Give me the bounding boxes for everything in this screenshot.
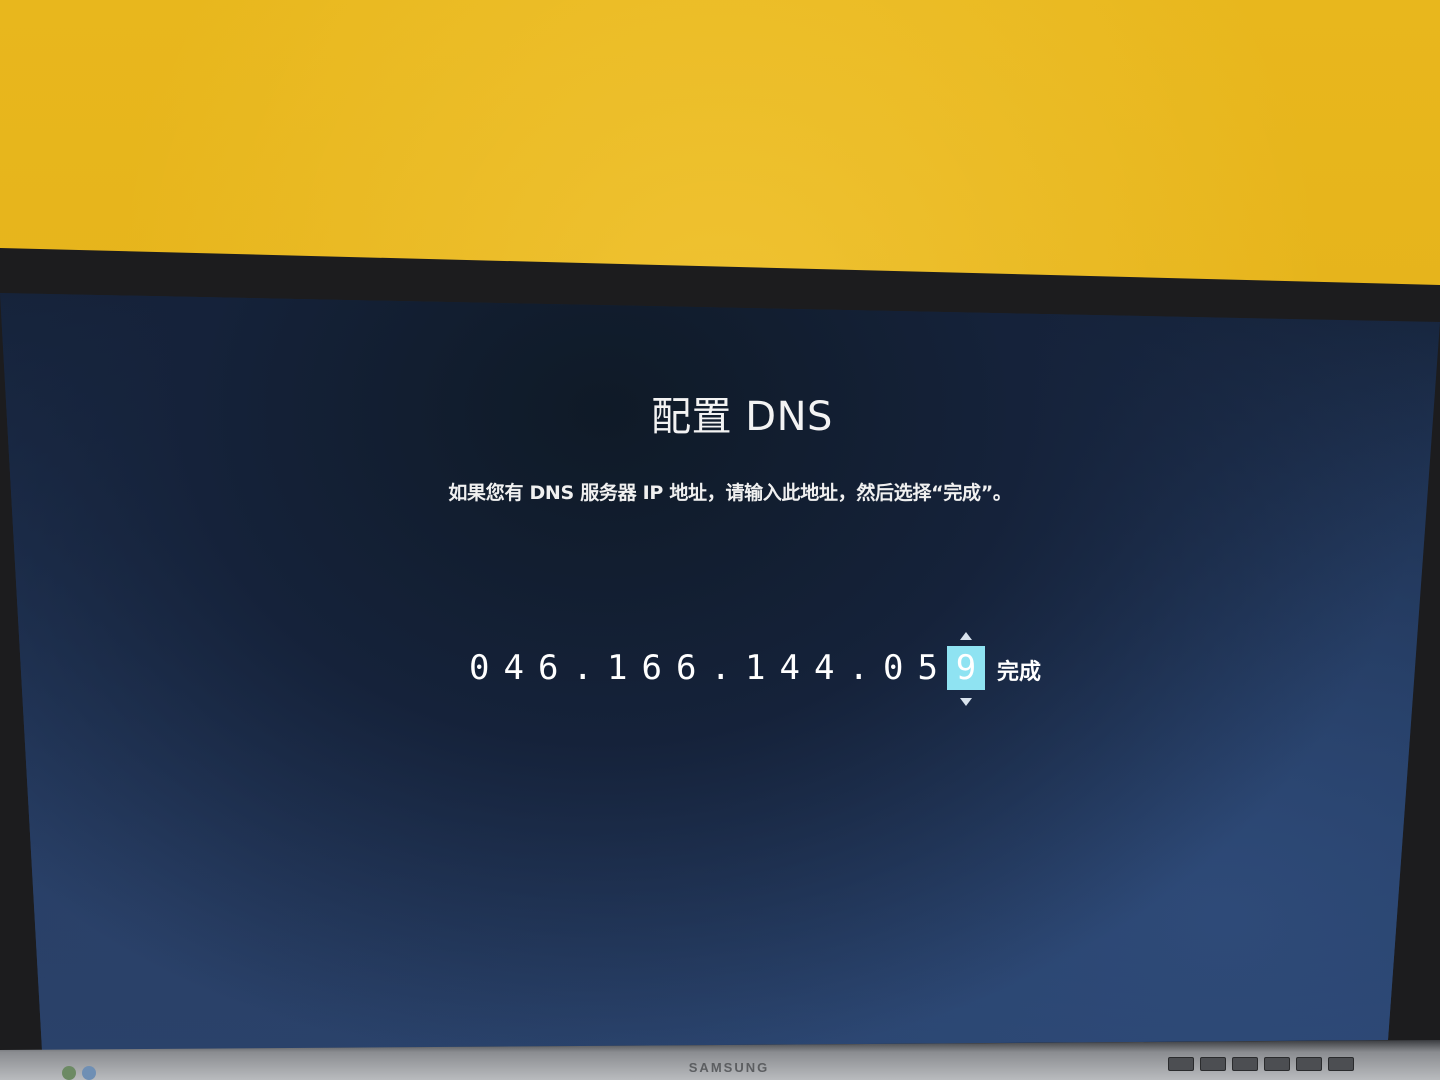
- monitor-auto-button[interactable]: [1296, 1057, 1322, 1071]
- active-digit-cell[interactable]: 9: [947, 632, 985, 706]
- active-digit[interactable]: 9: [947, 646, 985, 690]
- ip-separator: .: [572, 648, 593, 688]
- monitor-down-button[interactable]: [1200, 1057, 1226, 1071]
- monitor-control-buttons: [1168, 1057, 1354, 1071]
- ip-char[interactable]: 6: [635, 646, 670, 690]
- ip-char[interactable]: 6: [669, 646, 704, 690]
- sticker-icons: [62, 1066, 96, 1080]
- page-title: 配置 DNS: [651, 394, 833, 440]
- ip-char[interactable]: 5: [911, 646, 946, 690]
- ip-char[interactable]: 4: [773, 646, 808, 690]
- monitor-up-button[interactable]: [1232, 1057, 1258, 1071]
- ip-separator: .: [710, 648, 731, 688]
- dns-ip-input[interactable]: 0 4 6 . 1 6 6 . 1 4 4 . 0 5 9: [462, 632, 985, 706]
- monitor-brand-logo: SAMSUNG: [688, 1060, 770, 1075]
- decrement-arrow-icon[interactable]: [960, 698, 972, 706]
- instruction-text: 如果您有 DNS 服务器 IP 地址，请输入此地址，然后选择“完成”。: [448, 482, 1012, 504]
- ip-char[interactable]: 1: [600, 646, 635, 690]
- done-button[interactable]: 完成: [997, 654, 1041, 686]
- certification-sticker-icon: [82, 1066, 96, 1080]
- monitor-power-button[interactable]: [1328, 1057, 1354, 1071]
- ip-char[interactable]: 6: [531, 646, 566, 690]
- energy-sticker-icon: [62, 1066, 76, 1080]
- ip-char[interactable]: 0: [876, 646, 911, 690]
- ip-separator: .: [848, 648, 869, 688]
- monitor-source-button[interactable]: [1264, 1057, 1290, 1071]
- monitor-menu-button[interactable]: [1168, 1057, 1194, 1071]
- ip-char[interactable]: 1: [738, 646, 773, 690]
- ip-char[interactable]: 0: [462, 646, 497, 690]
- increment-arrow-icon[interactable]: [960, 632, 972, 640]
- ip-char[interactable]: 4: [807, 646, 842, 690]
- ip-char[interactable]: 4: [497, 646, 532, 690]
